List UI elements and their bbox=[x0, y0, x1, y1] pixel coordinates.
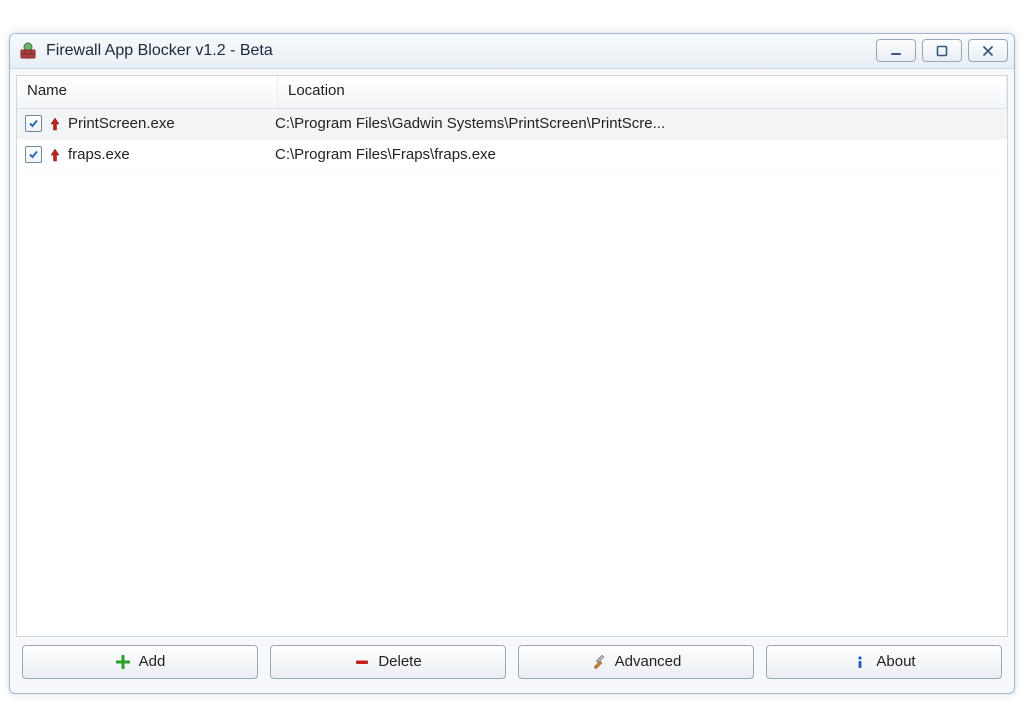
column-header-location[interactable]: Location bbox=[278, 76, 1007, 108]
advanced-button-label: Advanced bbox=[615, 653, 682, 670]
arrow-up-icon bbox=[48, 116, 62, 132]
row-location-label: C:\Program Files\Fraps\fraps.exe bbox=[265, 146, 1007, 163]
list-row[interactable]: PrintScreen.exe C:\Program Files\Gadwin S… bbox=[17, 109, 1007, 140]
titlebar: Firewall App Blocker v1.2 - Beta bbox=[10, 34, 1014, 69]
plus-icon bbox=[115, 654, 131, 670]
app-window: Firewall App Blocker v1.2 - Beta Name Lo… bbox=[9, 33, 1015, 694]
info-icon bbox=[852, 654, 868, 670]
window-controls bbox=[876, 39, 1008, 62]
row-name-label: PrintScreen.exe bbox=[68, 115, 175, 132]
delete-button-label: Delete bbox=[378, 653, 421, 670]
window-title: Firewall App Blocker v1.2 - Beta bbox=[46, 42, 876, 60]
row-name-label: fraps.exe bbox=[68, 146, 130, 163]
app-list[interactable]: Name Location PrintScreen.exe C:\Program … bbox=[16, 75, 1008, 637]
toolbar: Add Delete Advanced bbox=[16, 637, 1008, 687]
cell-name: PrintScreen.exe bbox=[17, 115, 265, 132]
row-checkbox[interactable] bbox=[25, 146, 42, 163]
close-button[interactable] bbox=[968, 39, 1008, 62]
tools-icon bbox=[591, 654, 607, 670]
arrow-up-icon bbox=[48, 147, 62, 163]
minimize-button[interactable] bbox=[876, 39, 916, 62]
app-icon bbox=[18, 41, 38, 61]
minus-icon bbox=[354, 654, 370, 670]
maximize-button[interactable] bbox=[922, 39, 962, 62]
client-area: Name Location PrintScreen.exe C:\Program … bbox=[10, 69, 1014, 693]
column-header-name[interactable]: Name bbox=[17, 76, 278, 108]
list-row[interactable]: fraps.exe C:\Program Files\Fraps\fraps.ex… bbox=[17, 140, 1007, 171]
about-button-label: About bbox=[876, 653, 915, 670]
row-checkbox[interactable] bbox=[25, 115, 42, 132]
add-button-label: Add bbox=[139, 653, 166, 670]
add-button[interactable]: Add bbox=[22, 645, 258, 679]
about-button[interactable]: About bbox=[766, 645, 1002, 679]
list-header: Name Location bbox=[17, 76, 1007, 109]
delete-button[interactable]: Delete bbox=[270, 645, 506, 679]
row-location-label: C:\Program Files\Gadwin Systems\PrintScr… bbox=[265, 115, 1007, 132]
advanced-button[interactable]: Advanced bbox=[518, 645, 754, 679]
cell-name: fraps.exe bbox=[17, 146, 265, 163]
